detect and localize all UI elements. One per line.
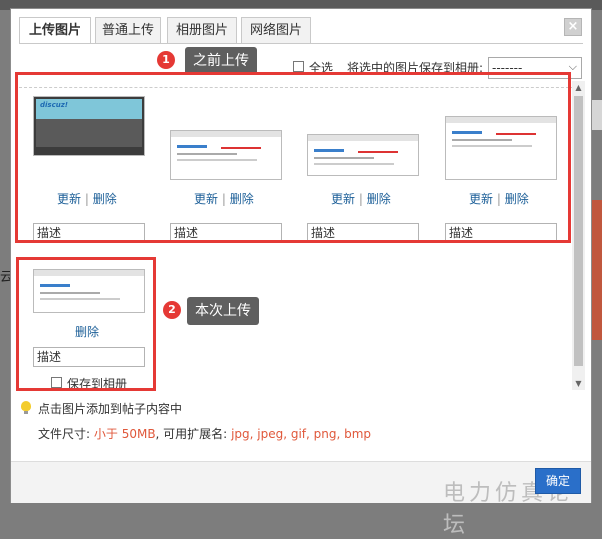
scroll-down-icon[interactable]: ▼ bbox=[572, 377, 585, 390]
size-value: 小于 50MB bbox=[93, 427, 156, 441]
hint-text: 点击图片添加到帖子内容中 bbox=[38, 402, 183, 416]
annotation-label-previous: 之前上传 bbox=[185, 47, 257, 75]
size-label: 文件尺寸: bbox=[38, 427, 91, 441]
confirm-button[interactable]: 确定 bbox=[535, 468, 581, 494]
annotation-box-previous bbox=[15, 72, 571, 243]
ext-label: , 可用扩展名: bbox=[155, 427, 228, 441]
scrollbar[interactable]: ▲ ▼ bbox=[572, 81, 585, 390]
annotation-box-current bbox=[16, 257, 156, 391]
select-all-checkbox[interactable] bbox=[293, 61, 304, 72]
annotation-badge-2: 2 bbox=[163, 301, 181, 319]
tab-normal-upload[interactable]: 普通上传 bbox=[95, 17, 161, 43]
annotation-label-current: 本次上传 bbox=[187, 297, 259, 325]
tab-album-images[interactable]: 相册图片 bbox=[167, 17, 237, 43]
ext-value: jpg, jpeg, gif, png, bmp bbox=[231, 427, 372, 441]
upload-rules: 文件尺寸: 小于 50MB, 可用扩展名: jpg, jpeg, gif, pn… bbox=[38, 425, 371, 442]
background-panel bbox=[592, 100, 602, 130]
background-side-banner bbox=[592, 200, 602, 340]
lightbulb-icon bbox=[21, 401, 31, 414]
close-button[interactable]: × bbox=[564, 18, 582, 36]
tab-web-images[interactable]: 网络图片 bbox=[241, 17, 311, 43]
tab-upload-image[interactable]: 上传图片 bbox=[19, 17, 91, 44]
scroll-thumb[interactable] bbox=[574, 96, 583, 366]
scroll-up-icon[interactable]: ▲ bbox=[572, 81, 585, 94]
annotation-badge-1: 1 bbox=[157, 51, 175, 69]
tab-divider bbox=[19, 43, 583, 44]
image-upload-dialog: 上传图片 普通上传 相册图片 网络图片 × 全选 将选中的图片保存到相册: --… bbox=[10, 8, 592, 538]
